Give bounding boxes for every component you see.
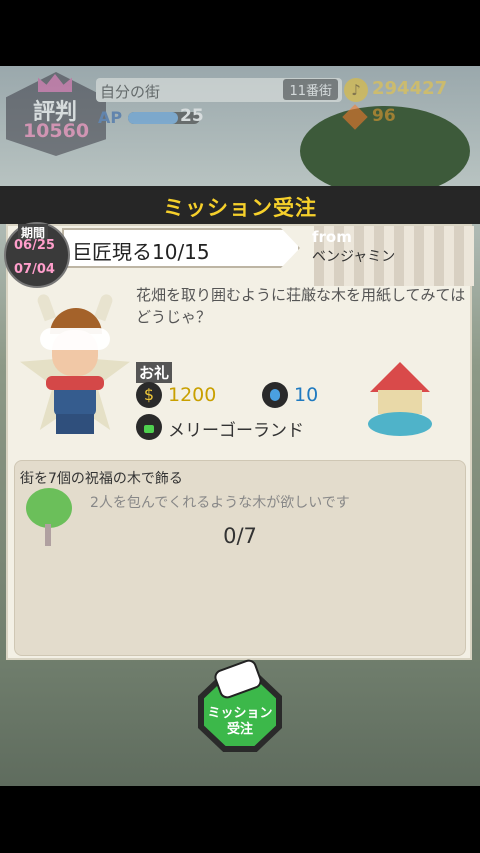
gem-icon (342, 104, 368, 130)
ap-value: 25 (180, 106, 204, 126)
gem-count: 96 (372, 106, 396, 126)
town-bar: 自分の街 11番街 (96, 78, 342, 102)
mission-description: 花畑を取り囲むように荘厳な木を用紙してみてはどうじゃ？ (136, 286, 466, 326)
money-bag-icon: $ (136, 382, 162, 408)
character-shirt (46, 376, 104, 390)
coin-count: 294427 (372, 78, 448, 99)
modal-title: ミッション受注 (163, 196, 317, 220)
town-name: 自分の街 (100, 83, 161, 101)
carousel-body (378, 390, 422, 414)
period-start: 06/25 (14, 238, 55, 253)
rewards-label: お礼 (136, 362, 173, 383)
from-name: ベンジャミン (312, 249, 396, 265)
mission-title: 巨匠現る10/15 (72, 240, 210, 264)
crown-icon (38, 74, 72, 92)
task-box (14, 460, 466, 656)
reward-unlock: メリーゴーランド (168, 421, 304, 441)
unlock-icon (136, 414, 162, 440)
accept-button-label[interactable]: ミッション 受注 (200, 706, 280, 738)
task-title: 街を7個の祝福の木で飾る (20, 471, 183, 487)
top-hud: 評判 10560 自分の街 11番街 AP 25 ♪ 294427 96 (0, 66, 480, 186)
from-label: from (312, 228, 352, 246)
ap-label: AP (98, 108, 123, 127)
potion-icon (262, 382, 288, 408)
reputation-value: 10560 (22, 120, 90, 142)
reward-coins: 1200 (168, 384, 217, 406)
tree-icon (26, 488, 72, 528)
coin-icon: ♪ (344, 78, 368, 102)
task-subtitle: 2人を包んでくれるような木が欲しいです (90, 495, 350, 511)
town-number: 11番街 (283, 79, 338, 100)
reward-potion: 10 (294, 384, 319, 406)
character-legs (56, 414, 94, 434)
modal-header: ミッション受注 (0, 186, 480, 224)
carousel-base (368, 412, 432, 436)
task-progress: 0/7 (223, 524, 257, 548)
period-end: 07/04 (14, 262, 55, 277)
character-beard (40, 328, 110, 350)
